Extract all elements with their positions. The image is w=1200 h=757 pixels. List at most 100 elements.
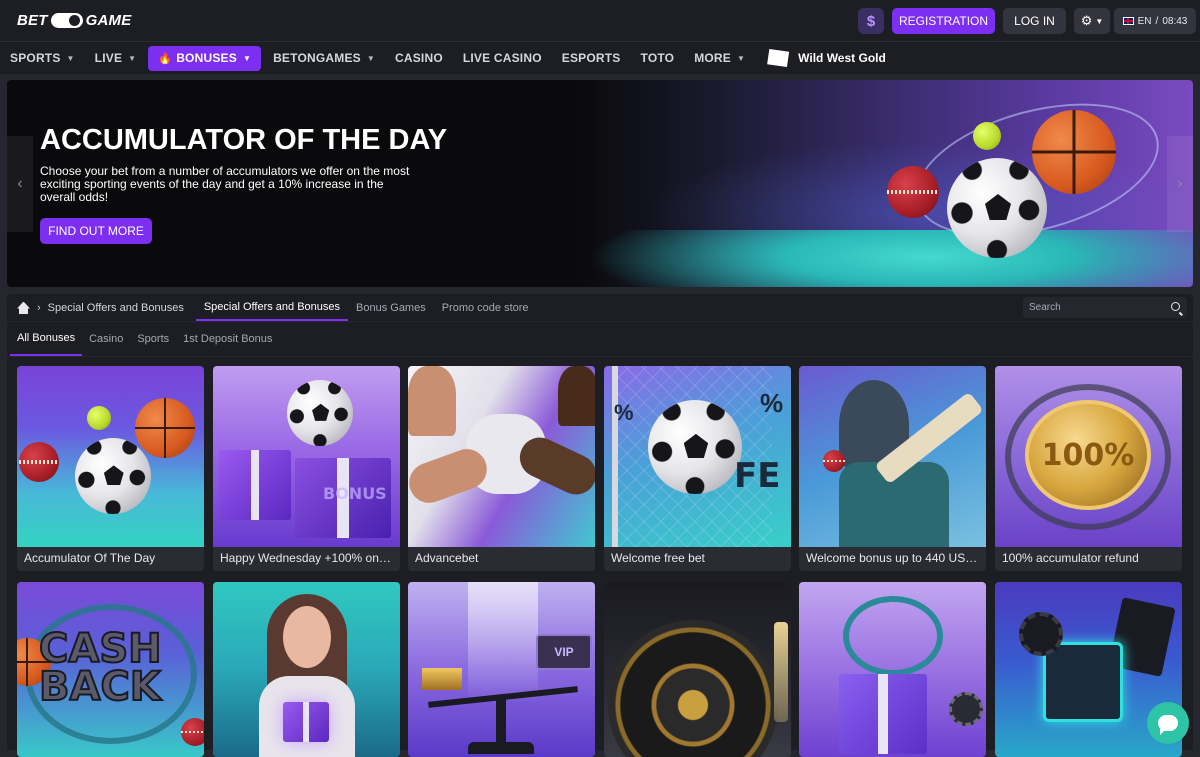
nav-label: ESPORTS [561,51,621,65]
filter-first-deposit[interactable]: 1st Deposit Bonus [176,322,279,356]
bonus-card-advancebet[interactable]: Advancebet [408,366,595,571]
scale-stand [496,696,506,746]
search-icon[interactable] [1171,302,1180,311]
chip-stack-icon [1019,612,1063,656]
find-out-more-button[interactable]: FIND OUT MORE [40,218,152,244]
card-title: Advancebet [408,547,595,571]
soccer-ball-icon [648,400,742,494]
roulette-wheel-icon [608,620,778,757]
gift-box-icon [839,674,927,754]
scale-base [468,742,534,754]
nav-label: TOTO [640,51,675,65]
bonus-card-accumulator-refund[interactable]: 100% 100% accumulator refund [995,366,1182,571]
banner-title: ACCUMULATOR OF THE DAY [40,124,448,156]
featured-game-link[interactable]: Wild West Gold [767,49,886,67]
chip-icon [949,692,983,726]
nav-item-toto[interactable]: TOTO [631,46,685,71]
bonus-card-welcome-free-bet[interactable]: FE % % Welcome free bet [604,366,791,571]
nav-label: BETONGAMES [273,51,361,65]
tab-special-offers[interactable]: Special Offers and Bonuses [195,294,349,321]
tab-bonus-games[interactable]: Bonus Games [348,294,434,321]
banner-next-button[interactable]: › [1167,136,1193,232]
chevron-left-icon: ‹ [17,175,23,192]
arm-left [408,443,493,509]
card-image [799,582,986,757]
logo-text-bet: BET [17,12,48,29]
cricket-ball-icon [823,450,845,472]
person-right [558,366,595,426]
light-beam [468,582,538,702]
uk-flag-icon [1122,17,1134,25]
gold-bars-icon [422,668,462,690]
card-image: VIP [408,582,595,757]
card-image: 100% [995,366,1182,547]
vip-text: VIP [554,645,574,659]
card-image [17,366,204,547]
cricket-ball-icon [19,442,59,482]
live-chat-button[interactable] [1147,702,1189,744]
language-time-selector[interactable]: EN / 08:43 [1114,8,1196,34]
featured-game-label: Wild West Gold [798,51,886,65]
cashback-line-2: BACK [38,664,162,710]
filter-casino[interactable]: Casino [82,322,130,356]
bonus-card-happy-wednesday[interactable]: BONUS Happy Wednesday +100% on deposit [213,366,400,571]
bonus-card-roulette[interactable] [604,582,791,757]
nav-item-live-casino[interactable]: LIVE CASINO [453,46,552,71]
settings-button[interactable]: ⚙ ▼ [1074,8,1110,34]
bonus-card-gift-loop[interactable] [799,582,986,757]
chevron-down-icon: ▼ [66,53,75,63]
tab-promo-code-store[interactable]: Promo code store [434,294,537,321]
nav-label: CASINO [394,51,443,65]
banner-prev-button[interactable]: ‹ [7,136,33,232]
bonus-card-vip-scale[interactable]: VIP [408,582,595,757]
nav-item-betongames[interactable]: BETONGAMES ▼ [263,46,385,71]
nav-label: MORE [694,51,732,65]
loop-arrow-icon [843,596,943,676]
chevron-down-icon: ▼ [366,53,375,63]
soccer-ball-icon [947,158,1047,258]
filter-sports[interactable]: Sports [130,322,176,356]
banner-description: Choose your bet from a number of accumul… [40,164,410,204]
soccer-ball-icon [75,438,151,514]
basketball-icon [1032,110,1116,194]
nav-item-esports[interactable]: ESPORTS [552,46,631,71]
gift-box-icon [219,450,291,520]
nav-item-more[interactable]: MORE ▼ [684,46,755,71]
nav-label: LIVE [94,51,123,65]
cashback-line-1: CASH [38,626,163,672]
bonus-card-gift-woman[interactable] [213,582,400,757]
promo-banner[interactable]: ACCUMULATOR OF THE DAY Choose your bet f… [7,80,1193,287]
basketball-icon [135,398,195,458]
breadcrumb-bar: › Special Offers and Bonuses Special Off… [7,294,1193,321]
separator: / [1155,15,1159,27]
filter-all-bonuses[interactable]: All Bonuses [10,322,83,356]
champagne-glass-icon [774,622,788,722]
nav-item-live[interactable]: LIVE ▼ [85,46,147,71]
registration-button[interactable]: REGISTRATION [892,8,995,34]
search-input[interactable]: Search [1023,297,1187,318]
bonus-box-text: BONUS [323,484,387,503]
flame-icon: 🔥 [158,52,173,65]
site-logo[interactable]: BET GAME [17,11,131,30]
nav-item-sports[interactable]: SPORTS ▼ [0,46,85,71]
nav-item-bonuses[interactable]: 🔥 BONUSES ▼ [148,45,262,71]
nav-label: BONUSES [176,51,237,65]
card-image: FE % % [604,366,791,547]
search-placeholder: Search [1029,302,1061,313]
nav-label: LIVE CASINO [462,51,542,65]
cashback-text: CASH BACK [38,626,163,710]
nav-item-casino[interactable]: CASINO [385,46,453,71]
home-icon[interactable] [17,302,30,314]
bonus-filters: All Bonuses Casino Sports 1st Deposit Bo… [7,322,1193,356]
login-button[interactable]: LOG IN [1003,8,1066,34]
card-image: BONUS [213,366,400,547]
card-title: Happy Wednesday +100% on deposit [213,547,400,571]
bonus-card-cashback[interactable]: CASH BACK [17,582,204,757]
card-image [604,582,791,757]
bonus-card-cricket-welcome[interactable]: Welcome bonus up to 440 USD for cricket [799,366,986,571]
card-image [408,366,595,547]
chevron-down-icon: ▼ [128,53,137,63]
deposit-button[interactable]: $ [858,8,884,34]
bonus-card-accumulator[interactable]: Accumulator Of The Day [17,366,204,571]
banner-floor [587,230,1193,287]
